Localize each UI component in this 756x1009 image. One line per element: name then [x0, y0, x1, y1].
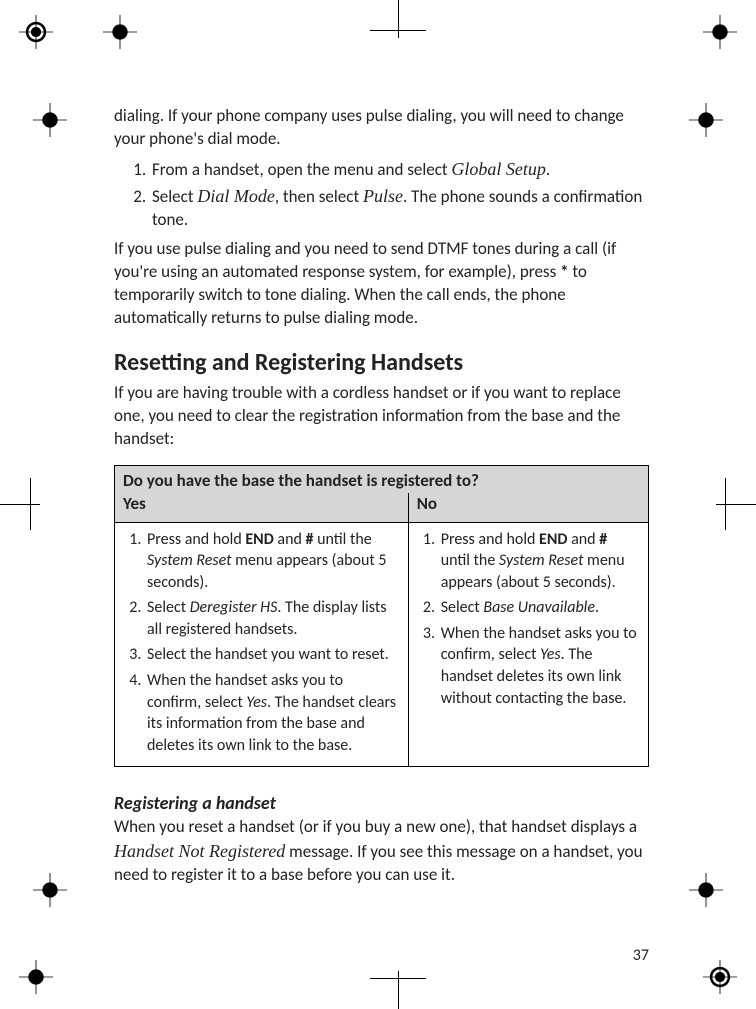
- list-item: Select Dial Mode, then select Pulse. The…: [150, 184, 649, 232]
- page-number: 37: [633, 945, 649, 967]
- registration-mark-icon: [16, 957, 56, 997]
- intro-paragraph: dialing. If your phone company uses puls…: [114, 105, 649, 151]
- registration-mark-icon: [16, 12, 56, 52]
- crop-mark: [370, 30, 426, 31]
- pulse-note: If you use pulse dialing and you need to…: [114, 238, 649, 330]
- crop-mark: [30, 478, 31, 530]
- table-question: Do you have the base the handset is regi…: [115, 465, 649, 492]
- section-heading-reset: Resetting and Registering Handsets: [114, 347, 649, 379]
- list-item: When the handset asks you to confirm, se…: [439, 623, 640, 709]
- reset-intro: If you are having trouble with a cordles…: [114, 382, 649, 451]
- list-item: Press and hold END and # until the Syste…: [145, 529, 400, 594]
- crop-mark: [398, 971, 399, 1009]
- page-content: dialing. If your phone company uses puls…: [114, 105, 649, 891]
- table-cell-yes: Press and hold END and # until the Syste…: [115, 522, 409, 767]
- list-item: From a handset, open the menu and select…: [150, 157, 649, 182]
- registration-mark-icon: [700, 12, 740, 52]
- list-item: Select the handset you want to reset.: [145, 644, 400, 666]
- crop-mark: [398, 0, 399, 38]
- table-cell-no: Press and hold END and # until the Syste…: [408, 522, 648, 767]
- table-header-yes: Yes: [115, 493, 409, 522]
- registration-mark-icon: [700, 957, 740, 997]
- registration-mark-icon: [686, 870, 726, 910]
- registration-mark-icon: [686, 100, 726, 140]
- reset-table: Do you have the base the handset is regi…: [114, 465, 649, 768]
- dial-mode-steps: From a handset, open the menu and select…: [114, 157, 649, 232]
- registration-mark-icon: [100, 12, 140, 52]
- crop-mark: [725, 478, 726, 530]
- list-item: Select Base Unavailable.: [439, 597, 640, 619]
- crop-mark: [370, 978, 426, 979]
- registration-mark-icon: [30, 870, 70, 910]
- table-header-no: No: [408, 493, 648, 522]
- list-item: Press and hold END and # until the Syste…: [439, 529, 640, 594]
- registration-mark-icon: [30, 100, 70, 140]
- registering-paragraph: When you reset a handset (or if you buy …: [114, 816, 649, 887]
- crop-mark: [716, 504, 756, 505]
- crop-mark: [0, 504, 40, 505]
- list-item: Select Deregister HS. The display lists …: [145, 597, 400, 640]
- list-item: When the handset asks you to confirm, se…: [145, 670, 400, 756]
- subheading-registering: Registering a handset: [114, 791, 649, 815]
- star-key: *: [560, 261, 568, 282]
